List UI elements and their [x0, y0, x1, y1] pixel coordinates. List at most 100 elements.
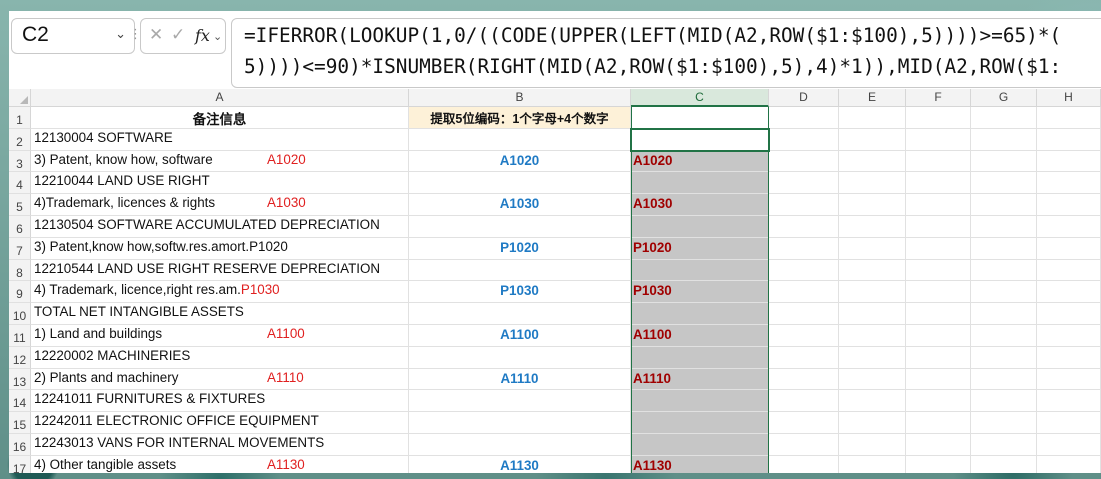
cell-g8[interactable]	[971, 259, 1037, 282]
row-header[interactable]: 13	[9, 368, 31, 391]
cell-f12[interactable]	[906, 346, 971, 369]
cell-a16[interactable]: 12243013 VANS FOR INTERNAL MOVEMENTS	[31, 434, 409, 456]
cell-g1[interactable]	[971, 107, 1037, 129]
cell-d1[interactable]	[769, 107, 839, 129]
cell-g17[interactable]	[971, 455, 1037, 473]
cell-d12[interactable]	[769, 346, 839, 369]
cell-b11[interactable]: A1100	[409, 325, 631, 347]
cell-e13[interactable]	[839, 368, 906, 391]
cell-h4[interactable]	[1037, 172, 1101, 195]
cell-c16[interactable]	[631, 434, 769, 456]
cell-a14[interactable]: 12241011 FURNITURES & FIXTURES	[31, 390, 409, 413]
cell-g2[interactable]	[971, 128, 1037, 151]
cell-g4[interactable]	[971, 172, 1037, 195]
row-header[interactable]: 1	[9, 107, 31, 129]
row-header[interactable]: 16	[9, 434, 31, 456]
cell-e5[interactable]	[839, 194, 906, 216]
cancel-icon[interactable]: ✕	[149, 25, 163, 45]
cell-d7[interactable]	[769, 237, 839, 260]
cell-h14[interactable]	[1037, 390, 1101, 413]
cell-d14[interactable]	[769, 390, 839, 413]
cell-d13[interactable]	[769, 368, 839, 391]
column-header-d[interactable]: D	[769, 89, 839, 107]
cell-h9[interactable]	[1037, 281, 1101, 304]
cell-f15[interactable]	[906, 412, 971, 434]
cell-d3[interactable]	[769, 150, 839, 173]
cell-g9[interactable]	[971, 281, 1037, 304]
chevron-down-icon[interactable]: ⌄	[213, 30, 222, 43]
cell-a1[interactable]: 备注信息	[31, 107, 409, 129]
insert-function-icon[interactable]: fx	[195, 26, 210, 45]
cell-f1[interactable]	[906, 107, 971, 129]
cell-b5[interactable]: A1030	[409, 194, 631, 216]
cell-f17[interactable]	[906, 455, 971, 473]
column-header-e[interactable]: E	[839, 89, 906, 107]
cell-d8[interactable]	[769, 259, 839, 282]
cell-g7[interactable]	[971, 237, 1037, 260]
row-header[interactable]: 5	[9, 194, 31, 216]
cell-h16[interactable]	[1037, 434, 1101, 456]
cell-a9[interactable]: 4) Trademark, licence,right res.am. P1030	[31, 281, 409, 304]
cell-g15[interactable]	[971, 412, 1037, 434]
cell-d5[interactable]	[769, 194, 839, 216]
row-header[interactable]: 9	[9, 281, 31, 304]
cell-c13[interactable]: A1110	[631, 368, 769, 391]
cell-f3[interactable]	[906, 150, 971, 173]
cell-b3[interactable]: A1020	[409, 150, 631, 173]
cell-e4[interactable]	[839, 172, 906, 195]
cell-f10[interactable]	[906, 303, 971, 325]
cell-a12[interactable]: 12220002 MACHINERIES	[31, 346, 409, 369]
column-header-a[interactable]: A	[31, 89, 409, 107]
cell-e11[interactable]	[839, 325, 906, 347]
cell-c8[interactable]	[631, 259, 769, 282]
cell-h1[interactable]	[1037, 107, 1101, 129]
cell-h5[interactable]	[1037, 194, 1101, 216]
cell-c11[interactable]: A1100	[631, 325, 769, 347]
cell-d15[interactable]	[769, 412, 839, 434]
cell-b17[interactable]: A1130	[409, 455, 631, 473]
cell-f4[interactable]	[906, 172, 971, 195]
cell-f6[interactable]	[906, 216, 971, 238]
cell-e3[interactable]	[839, 150, 906, 173]
cell-b6[interactable]	[409, 216, 631, 238]
cell-d11[interactable]	[769, 325, 839, 347]
cell-a5[interactable]: 4)Trademark, licences & rights A1030	[31, 194, 409, 216]
cell-g12[interactable]	[971, 346, 1037, 369]
cell-c15[interactable]	[631, 412, 769, 434]
cell-a2[interactable]: 12130004 SOFTWARE	[31, 128, 409, 151]
cell-g11[interactable]	[971, 325, 1037, 347]
cell-h6[interactable]	[1037, 216, 1101, 238]
cell-b8[interactable]	[409, 259, 631, 282]
cell-e15[interactable]	[839, 412, 906, 434]
cell-h10[interactable]	[1037, 303, 1101, 325]
cell-h3[interactable]	[1037, 150, 1101, 173]
cell-g3[interactable]	[971, 150, 1037, 173]
cell-c12[interactable]	[631, 346, 769, 369]
cell-a7[interactable]: 3) Patent,know how,softw.res.amort.P1020	[31, 237, 409, 260]
cell-e10[interactable]	[839, 303, 906, 325]
cell-a11[interactable]: 1) Land and buildings A1100	[31, 325, 409, 347]
cell-e17[interactable]	[839, 455, 906, 473]
cell-f11[interactable]	[906, 325, 971, 347]
cell-b4[interactable]	[409, 172, 631, 195]
cell-c9[interactable]: P1030	[631, 281, 769, 304]
cell-c4[interactable]	[631, 172, 769, 195]
cell-h12[interactable]	[1037, 346, 1101, 369]
cell-f8[interactable]	[906, 259, 971, 282]
cell-d6[interactable]	[769, 216, 839, 238]
cell-e6[interactable]	[839, 216, 906, 238]
cell-c6[interactable]	[631, 216, 769, 238]
cell-b7[interactable]: P1020	[409, 237, 631, 260]
cell-c1[interactable]	[631, 107, 769, 129]
cell-f16[interactable]	[906, 434, 971, 456]
cell-g10[interactable]	[971, 303, 1037, 325]
check-icon[interactable]: ✓	[171, 25, 185, 45]
cell-b14[interactable]	[409, 390, 631, 413]
cell-h8[interactable]	[1037, 259, 1101, 282]
cell-b16[interactable]	[409, 434, 631, 456]
row-header[interactable]: 6	[9, 216, 31, 238]
row-header[interactable]: 8	[9, 259, 31, 282]
cell-g5[interactable]	[971, 194, 1037, 216]
row-header[interactable]: 3	[9, 150, 31, 173]
cell-e12[interactable]	[839, 346, 906, 369]
